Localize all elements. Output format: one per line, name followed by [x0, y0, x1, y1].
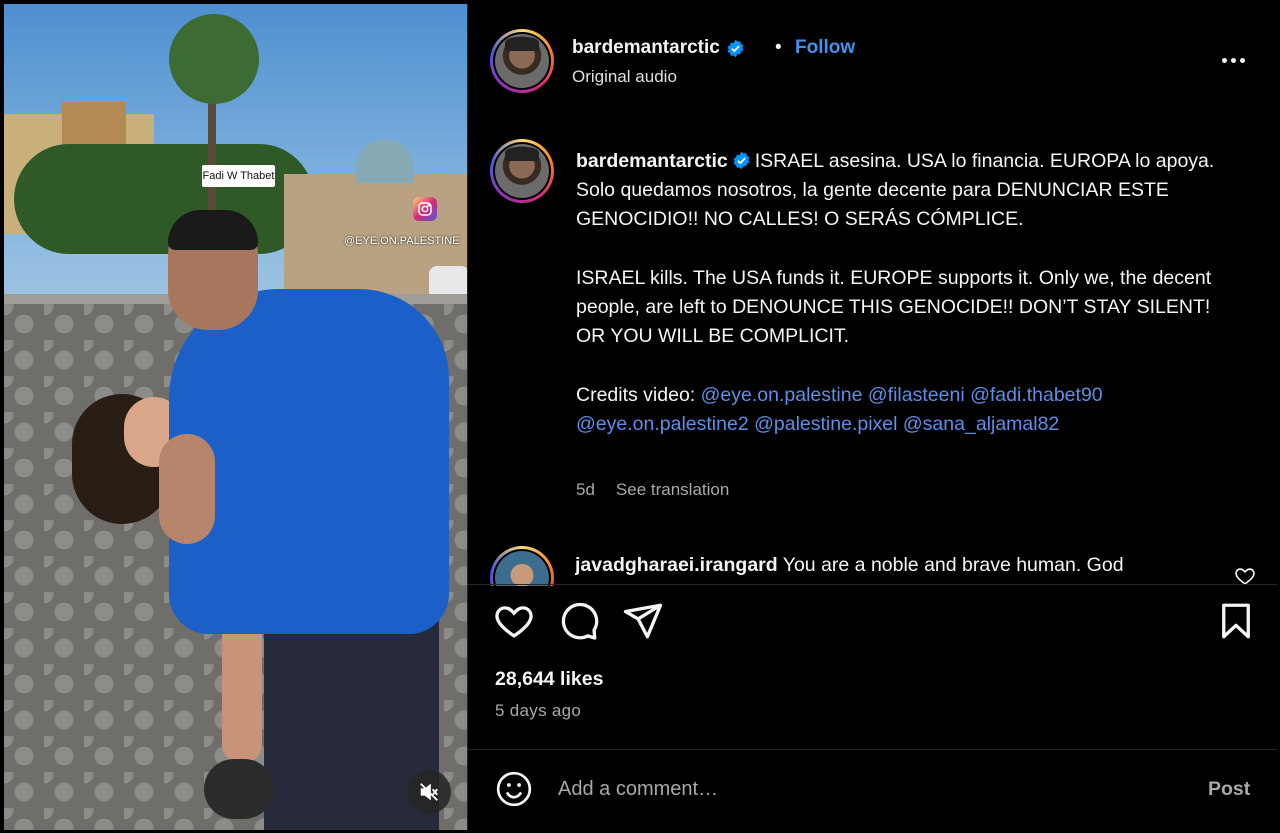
- mention-link[interactable]: @fadi.thabet90: [970, 384, 1103, 406]
- caption-meta: 5d See translation: [576, 480, 729, 500]
- see-translation-button[interactable]: See translation: [616, 480, 729, 500]
- mention-link[interactable]: @filasteeni: [868, 384, 965, 406]
- bookmark-icon[interactable]: [1215, 600, 1257, 642]
- video-man-arm: [159, 434, 215, 544]
- follow-button[interactable]: Follow: [795, 37, 855, 59]
- mute-toggle-button[interactable]: [407, 770, 451, 814]
- video-boy-leg: [204, 759, 274, 819]
- mention-link[interactable]: @eye.on.palestine2: [576, 413, 749, 435]
- likes-count[interactable]: 28,644 likes: [495, 668, 603, 691]
- comment-like-heart-icon[interactable]: [1234, 565, 1256, 586]
- header-separator: •: [775, 37, 782, 58]
- video-palm-leaves: [169, 14, 259, 104]
- video-watermark: @EYE.ON.PALESTINE: [344, 235, 460, 247]
- comments-scroll-area[interactable]: bardemantarctic ISRAEL asesina. USA lo fi…: [468, 116, 1277, 586]
- verified-badge-icon: [733, 151, 750, 170]
- post-caption: bardemantarctic ISRAEL asesina. USA lo fi…: [576, 147, 1216, 439]
- caption-author-avatar[interactable]: [490, 139, 554, 203]
- paper-plane-icon[interactable]: [622, 600, 664, 642]
- actions-divider: [468, 584, 1277, 585]
- post-comment-button[interactable]: Post: [1208, 778, 1250, 801]
- caption-author-username[interactable]: bardemantarctic: [576, 150, 728, 172]
- commenter-avatar[interactable]: [490, 546, 554, 586]
- post-video[interactable]: Fadi W Thabet @EYE.ON.PALESTINE: [4, 4, 467, 830]
- caption-age[interactable]: 5d: [576, 480, 595, 500]
- post-actions: [468, 594, 1277, 650]
- post-header: bardemantarctic • Follow Original audio: [468, 4, 1277, 116]
- comment-item: javadgharaei.irangard You are a noble an…: [468, 536, 1277, 586]
- heart-icon[interactable]: [493, 600, 535, 642]
- mention-link[interactable]: @sana_aljamal82: [903, 413, 1059, 435]
- video-man-hair: [168, 210, 258, 250]
- comment-composer: Post: [468, 750, 1277, 830]
- caption-credits: Credits video: @eye.on.palestine @filast…: [576, 381, 1216, 439]
- author-username: bardemantarctic: [572, 37, 720, 58]
- video-trees: [14, 144, 314, 254]
- author-avatar[interactable]: [490, 29, 554, 93]
- original-audio-link[interactable]: Original audio: [572, 67, 677, 87]
- mention-link[interactable]: @eye.on.palestine: [701, 384, 863, 406]
- caption-english-text: ISRAEL kills. The USA funds it. EUROPE s…: [576, 266, 1212, 348]
- instagram-icon: [413, 197, 437, 221]
- mention-link[interactable]: @palestine.pixel: [754, 413, 897, 435]
- credits-label: Credits video:: [576, 383, 696, 406]
- post-timestamp: 5 days ago: [495, 701, 582, 720]
- verified-badge-icon: [727, 39, 744, 57]
- commenter-username[interactable]: javadgharaei.irangard: [575, 554, 778, 576]
- comment-bubble-icon[interactable]: [558, 600, 600, 642]
- comment-body: javadgharaei.irangard You are a noble an…: [575, 554, 1225, 577]
- more-options-icon[interactable]: [1216, 48, 1250, 72]
- author-username-link[interactable]: bardemantarctic: [572, 37, 745, 59]
- post-details-panel: bardemantarctic • Follow Original audio …: [467, 4, 1277, 830]
- comment-text: You are a noble and brave human. God: [782, 554, 1124, 576]
- muted-speaker-icon: [420, 783, 438, 801]
- video-name-tag: Fadi W Thabet: [202, 165, 275, 187]
- comment-input[interactable]: [558, 772, 1158, 806]
- smiley-icon[interactable]: [495, 770, 533, 808]
